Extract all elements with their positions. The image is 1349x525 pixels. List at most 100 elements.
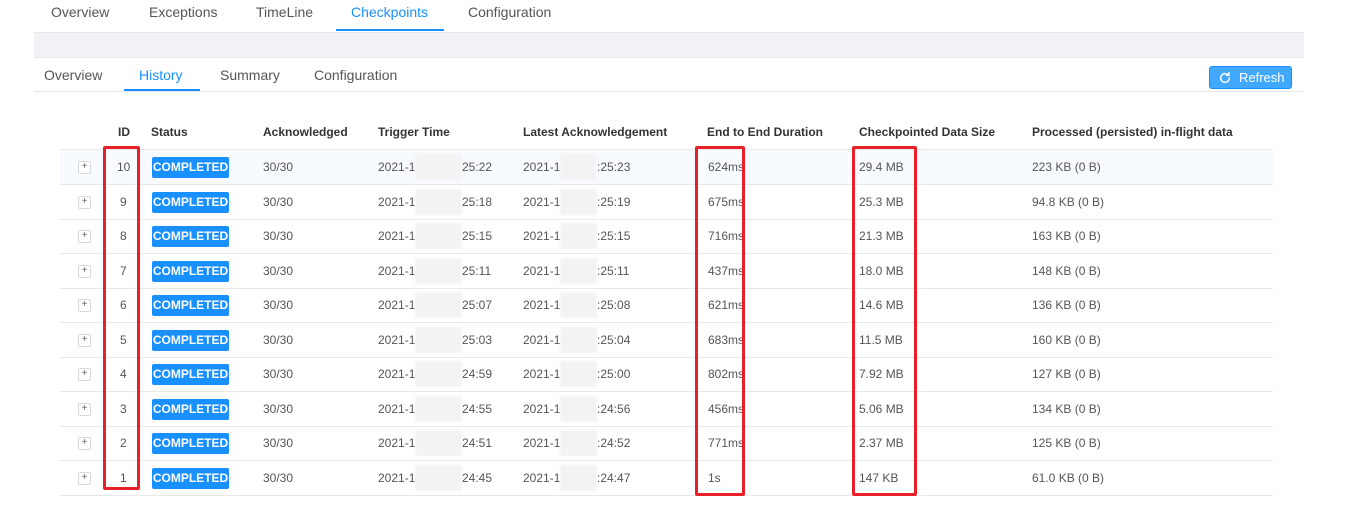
header-id: ID — [118, 125, 130, 139]
cell-trigger-prefix: 2021-1 — [378, 332, 416, 347]
redacted-region — [560, 257, 597, 284]
table-row[interactable]: +2 COMPLETED 30/30 2021-1 24:51 2021-1:24:52 7… — [60, 426, 1273, 461]
redacted-region — [560, 464, 597, 491]
table-row[interactable]: +1 COMPLETED 30/30 2021-1 24:45 2021-1:24:47 1… — [60, 461, 1273, 496]
cell-acknowledged: 30/30 — [263, 470, 294, 485]
expand-row-button[interactable]: + — [78, 230, 91, 243]
cell-trigger-suffix: 24:51 — [462, 436, 493, 450]
redacted-region — [415, 292, 462, 318]
highlight-box-duration — [695, 146, 745, 496]
redacted-region — [415, 154, 462, 180]
redacted-region — [560, 223, 597, 249]
cell-processed: 148 KB (0 B) — [1032, 263, 1101, 278]
cell-trigger-prefix: 2021-1 — [378, 470, 416, 485]
table-row[interactable]: +4 COMPLETED 30/30 2021-1 24:59 2021-1:25:00 8… — [60, 357, 1273, 392]
header-latest-ack: Latest Acknowledgement — [523, 125, 668, 139]
redacted-region — [560, 430, 597, 456]
cell-trigger-prefix: 2021-1 — [378, 160, 416, 174]
redacted-region — [415, 395, 462, 422]
header-trigger-time: Trigger Time — [378, 125, 450, 139]
refresh-button[interactable]: Refresh — [1209, 66, 1292, 89]
redacted-region — [415, 223, 462, 249]
expand-row-button[interactable]: + — [78, 333, 91, 347]
table-header: ID Status Acknowledged Trigger Time Late… — [60, 117, 1273, 150]
cell-latest-prefix: 2021-1 — [523, 367, 561, 381]
cell-trigger-suffix: 25:15 — [462, 229, 493, 243]
cell-latest-suffix: :25:04 — [597, 332, 631, 347]
cell-latest-prefix: 2021-1 — [523, 229, 561, 243]
subtab-history[interactable]: History — [139, 67, 183, 83]
cell-latest-suffix: :25:11 — [597, 263, 630, 278]
sub-tabs: Overview History Summary Configuration — [34, 57, 1304, 92]
status-badge: COMPLETED — [152, 226, 229, 247]
table-row[interactable]: +7 COMPLETED 30/30 2021-1 25:11 2021-1:25:11 4… — [60, 254, 1273, 289]
tab-configuration[interactable]: Configuration — [468, 0, 551, 30]
tab-checkpoints[interactable]: Checkpoints — [351, 0, 428, 30]
tab-timeline[interactable]: TimeLine — [256, 0, 313, 30]
table-row[interactable]: +5 COMPLETED 30/30 2021-1 25:03 2021-1:25:04 6… — [60, 323, 1273, 358]
table-row[interactable]: +10 COMPLETED 30/30 2021-1 25:22 2021-1:25:23… — [60, 150, 1273, 185]
expand-row-button[interactable]: + — [78, 402, 91, 416]
highlight-box-id — [103, 146, 140, 490]
cell-trigger-suffix: 25:18 — [462, 194, 493, 209]
cell-latest-suffix: :24:52 — [597, 436, 631, 450]
status-badge: COMPLETED — [152, 329, 229, 351]
cell-latest-suffix: :25:08 — [597, 298, 631, 312]
expand-row-button[interactable]: + — [78, 299, 91, 312]
cell-latest-prefix: 2021-1 — [523, 194, 561, 209]
cell-trigger-prefix: 2021-1 — [378, 229, 416, 243]
header-status: Status — [151, 125, 188, 139]
expand-row-button[interactable]: + — [78, 437, 91, 450]
table-row[interactable]: +9 COMPLETED 30/30 2021-1 25:18 2021-1:25:19 6… — [60, 185, 1273, 220]
cell-processed: 134 KB (0 B) — [1032, 401, 1101, 416]
cell-trigger-suffix: 25:03 — [462, 332, 493, 347]
subtab-overview[interactable]: Overview — [44, 67, 102, 83]
expand-row-button[interactable]: + — [78, 161, 91, 174]
redacted-region — [560, 395, 597, 422]
header-acknowledged: Acknowledged — [263, 125, 348, 139]
table-row[interactable]: +6 COMPLETED 30/30 2021-1 25:07 2021-1:25:08 6… — [60, 288, 1273, 323]
cell-trigger-prefix: 2021-1 — [378, 436, 416, 450]
cell-processed: 61.0 KB (0 B) — [1032, 470, 1105, 485]
divider-band — [34, 32, 1304, 58]
tab-overview[interactable]: Overview — [51, 0, 109, 30]
cell-trigger-prefix: 2021-1 — [378, 263, 416, 278]
cell-acknowledged: 30/30 — [263, 160, 294, 174]
cell-processed: 125 KB (0 B) — [1032, 436, 1101, 450]
subtab-configuration[interactable]: Configuration — [314, 67, 397, 83]
cell-processed: 223 KB (0 B) — [1032, 160, 1101, 174]
cell-trigger-suffix: 24:55 — [462, 401, 493, 416]
redacted-region — [560, 154, 597, 180]
cell-trigger-prefix: 2021-1 — [378, 401, 416, 416]
expand-row-button[interactable]: + — [78, 195, 91, 209]
redacted-region — [415, 361, 462, 387]
subtab-summary[interactable]: Summary — [220, 67, 280, 83]
cell-trigger-prefix: 2021-1 — [378, 298, 416, 312]
status-badge: COMPLETED — [152, 191, 229, 213]
cell-latest-suffix: :24:56 — [597, 401, 631, 416]
status-badge: COMPLETED — [152, 364, 229, 385]
redacted-region — [415, 257, 462, 284]
active-tab-indicator — [336, 29, 444, 31]
refresh-label: Refresh — [1239, 70, 1285, 85]
status-badge: COMPLETED — [152, 398, 229, 420]
expand-row-button[interactable]: + — [78, 368, 91, 381]
table-row[interactable]: +3 COMPLETED 30/30 2021-1 24:55 2021-1:24:56 4… — [60, 392, 1273, 427]
table-row[interactable]: +8 COMPLETED 30/30 2021-1 25:15 2021-1:25:15 7… — [60, 219, 1273, 254]
cell-trigger-prefix: 2021-1 — [378, 367, 416, 381]
tab-exceptions[interactable]: Exceptions — [149, 0, 217, 30]
cell-acknowledged: 30/30 — [263, 229, 294, 243]
status-badge: COMPLETED — [152, 295, 229, 316]
cell-trigger-suffix: 24:59 — [462, 367, 493, 381]
cell-latest-prefix: 2021-1 — [523, 332, 561, 347]
redacted-region — [560, 188, 597, 215]
status-badge: COMPLETED — [152, 260, 229, 282]
cell-acknowledged: 30/30 — [263, 194, 294, 209]
header-duration: End to End Duration — [707, 125, 823, 139]
top-tabs: Overview Exceptions TimeLine Checkpoints… — [34, 0, 1304, 32]
cell-trigger-suffix: 25:07 — [462, 298, 493, 312]
cell-trigger-prefix: 2021-1 — [378, 194, 416, 209]
cell-acknowledged: 30/30 — [263, 401, 294, 416]
expand-row-button[interactable]: + — [78, 471, 91, 485]
expand-row-button[interactable]: + — [78, 264, 91, 278]
